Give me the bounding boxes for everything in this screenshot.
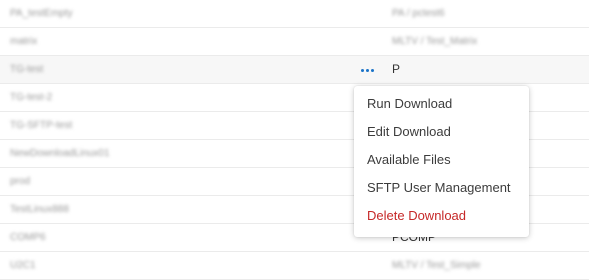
download-name: TestLinux888: [10, 204, 69, 215]
edit-download-menu-item[interactable]: Edit Download: [354, 118, 529, 146]
more-actions-button[interactable]: [356, 62, 378, 78]
row-actions-menu: Run Download Edit Download Available Fil…: [354, 86, 529, 237]
download-name: TG-test: [10, 64, 44, 75]
download-name: U2C1: [10, 260, 36, 271]
download-name: NewDownloadLinux01: [10, 148, 110, 159]
download-destination: PA / pctest6: [392, 8, 445, 19]
download-name: PA_testEmpty: [10, 8, 73, 19]
table-row[interactable]: PA_testEmpty PA / pctest6: [0, 0, 589, 28]
download-destination: P: [392, 62, 401, 76]
table-row[interactable]: U2C1 MLTV / Test_Simple: [0, 252, 589, 280]
available-files-menu-item[interactable]: Available Files: [354, 146, 529, 174]
table-row-selected[interactable]: TG-test P: [0, 56, 589, 84]
download-name: matrix: [10, 36, 38, 47]
table-row[interactable]: matrix MLTV / Test_Matrix: [0, 28, 589, 56]
download-name: COMP6: [10, 232, 46, 243]
download-name: TG-SFTP-test: [10, 120, 73, 131]
run-download-menu-item[interactable]: Run Download: [354, 90, 529, 118]
download-destination: MLTV / Test_Matrix: [392, 36, 478, 47]
download-destination: MLTV / Test_Simple: [392, 260, 481, 271]
delete-download-menu-item[interactable]: Delete Download: [354, 202, 529, 230]
ellipsis-horizontal-icon: [360, 68, 374, 72]
sftp-user-management-menu-item[interactable]: SFTP User Management: [354, 174, 529, 202]
download-name: TG-test-2: [10, 92, 53, 103]
download-name: prod: [10, 176, 31, 187]
